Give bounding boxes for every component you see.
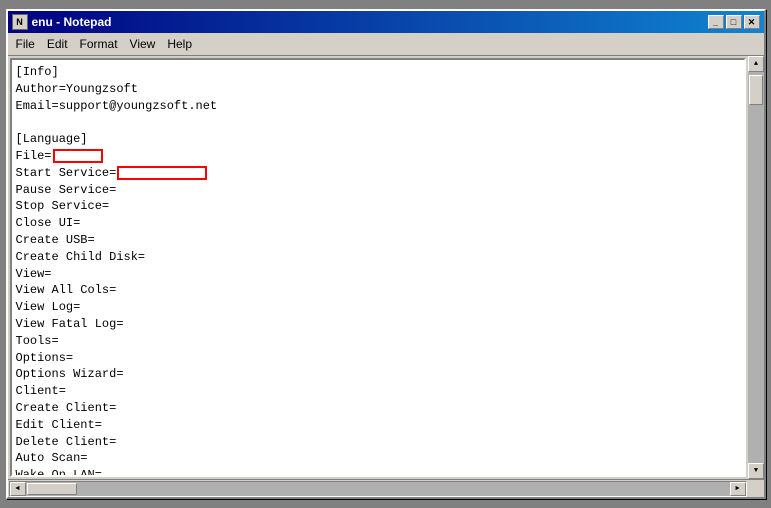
- text-content: [Info] Author=Youngzsoft Email=support@y…: [12, 60, 744, 477]
- menu-view[interactable]: View: [124, 35, 162, 53]
- file-highlight: [53, 149, 103, 163]
- menu-help[interactable]: Help: [161, 35, 198, 53]
- scroll-track-v[interactable]: [748, 72, 764, 463]
- title-bar-left: N enu - Notepad: [12, 14, 112, 30]
- close-button[interactable]: ✕: [744, 15, 760, 29]
- horizontal-scrollbar: ◄ ►: [9, 481, 747, 497]
- title-bar: N enu - Notepad _ □ ✕: [8, 11, 764, 33]
- vertical-scrollbar: ▲ ▼: [748, 56, 764, 479]
- notepad-window: N enu - Notepad _ □ ✕ File Edit Format V…: [6, 9, 766, 499]
- scroll-thumb-v[interactable]: [749, 75, 763, 105]
- menu-format[interactable]: Format: [74, 35, 124, 53]
- scroll-up-button[interactable]: ▲: [748, 56, 764, 72]
- size-grip: [748, 480, 764, 496]
- maximize-button[interactable]: □: [726, 15, 742, 29]
- minimize-button[interactable]: _: [708, 15, 724, 29]
- start-service-highlight: [117, 166, 207, 180]
- scroll-right-button[interactable]: ►: [730, 482, 746, 496]
- scroll-left-button[interactable]: ◄: [10, 482, 26, 496]
- window-title: enu - Notepad: [32, 15, 112, 29]
- app-icon: N: [12, 14, 28, 30]
- menu-file[interactable]: File: [10, 35, 41, 53]
- text-editor[interactable]: [Info] Author=Youngzsoft Email=support@y…: [10, 58, 746, 477]
- scroll-down-button[interactable]: ▼: [748, 463, 764, 479]
- scroll-track-h[interactable]: [26, 482, 730, 496]
- title-bar-buttons: _ □ ✕: [708, 15, 760, 29]
- menu-edit[interactable]: Edit: [41, 35, 74, 53]
- content-area: [Info] Author=Youngzsoft Email=support@y…: [8, 56, 764, 479]
- scroll-thumb-h[interactable]: [27, 483, 77, 495]
- menu-bar: File Edit Format View Help: [8, 33, 764, 56]
- bottom-bar: ◄ ►: [8, 479, 764, 497]
